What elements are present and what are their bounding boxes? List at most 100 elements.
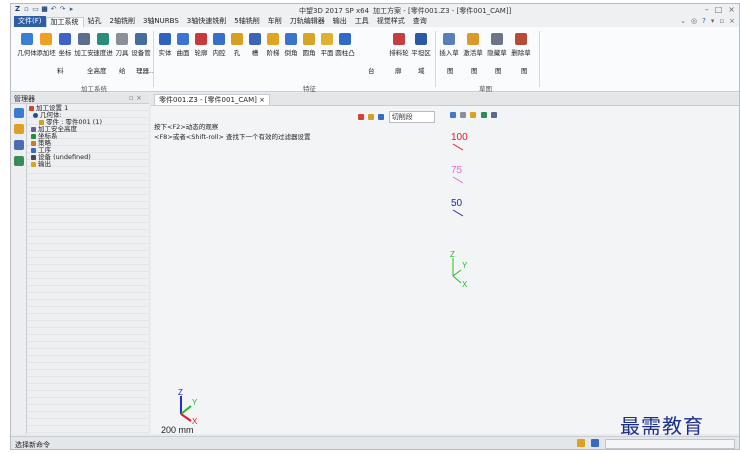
panel-pin-icon[interactable]: ▫ × — [129, 94, 142, 102]
coordinate-button[interactable]: 坐标 — [57, 33, 73, 57]
tool-button[interactable]: 刀具 — [114, 33, 130, 57]
flat-region-button[interactable]: 平坦区 — [411, 33, 431, 57]
insert-sketch-icon — [443, 33, 455, 45]
sample-mark-75 — [452, 176, 464, 184]
step-icon — [267, 33, 279, 45]
ribbon-sublabel: 给 — [119, 67, 126, 75]
redo-icon[interactable]: ↷ — [59, 6, 66, 13]
ribbon-sublabel: 台 — [368, 67, 375, 75]
chamfer-icon — [285, 33, 297, 45]
arrow-icon[interactable]: ⌄ — [680, 17, 686, 25]
triad-x-label: X — [462, 280, 468, 289]
sample-label-75: 75 — [451, 165, 463, 176]
operation-node-icon — [31, 148, 36, 153]
minimize-icon[interactable]: – — [705, 5, 709, 14]
plan-icon — [29, 106, 34, 111]
menu-item[interactable]: 输出 — [329, 16, 351, 27]
geometry-node-icon — [33, 113, 38, 118]
ribbon-sublabel: 图 — [495, 67, 502, 75]
activate-sketch-button[interactable]: 激活草 — [463, 33, 483, 57]
sample-label-100: 100 — [451, 132, 468, 143]
ribbon-group-label: 加工系统 — [81, 85, 107, 93]
open-file-icon[interactable]: ▭ — [32, 6, 39, 13]
delete-sketch-button[interactable]: 删除草 — [511, 33, 531, 57]
boss-feature-button[interactable]: 圆柱凸 — [335, 33, 355, 57]
triad-y-axis — [452, 269, 462, 277]
menu-item[interactable]: 查询 — [409, 16, 431, 27]
menu-item[interactable]: 2轴铣削 — [106, 16, 139, 27]
menu-item[interactable]: 钻孔 — [84, 16, 106, 27]
ribbon-sublabel: 图 — [521, 67, 528, 75]
view-tab-icon[interactable] — [13, 140, 24, 150]
hide-sketch-button[interactable]: 隐藏草 — [487, 33, 507, 57]
document-tab[interactable]: 零件001.Z3 - [零件001_CAM] × — [154, 94, 270, 105]
more-icon[interactable]: ▸ — [68, 6, 75, 13]
triad-y-label: Y — [462, 261, 468, 270]
status-message: 选择新命令 — [15, 441, 50, 449]
insert-sketch-button[interactable]: 插入草 — [439, 33, 459, 57]
ribbon-sublabel: 理器.. — [136, 67, 154, 75]
slot-icon — [249, 33, 261, 45]
document-tab-label: 零件001.Z3 - [零件001_CAM] — [159, 96, 257, 104]
menu-right-tools: ⌄ ◎ ? ▾ ▫ × — [680, 17, 735, 25]
close-icon[interactable]: × — [728, 5, 735, 14]
menu-item[interactable]: 3轴NURBS — [139, 16, 183, 27]
menu-item[interactable]: 工具 — [351, 16, 373, 27]
manager-title: 管理器 — [14, 95, 35, 103]
app-title: 中望3D 2017 SP x64 — [299, 7, 370, 15]
close-doc-icon[interactable]: × — [729, 17, 735, 25]
pin-icon[interactable]: ▾ — [711, 17, 715, 25]
triad-x-axis — [452, 275, 462, 284]
quick-access-toolbar: Z ▫ ▭ ■ ↶ ↷ ▸ — [14, 6, 75, 13]
corner-y-label: Y — [192, 398, 198, 407]
menu-item[interactable]: 5轴铣削 — [230, 16, 263, 27]
app-logo-icon[interactable]: Z — [14, 6, 21, 13]
save-icon[interactable]: ■ — [41, 6, 48, 13]
fillet-icon — [303, 33, 315, 45]
device-manager-button[interactable]: 设备管 — [131, 33, 151, 57]
undo-icon[interactable]: ↶ — [50, 6, 57, 13]
pocket-icon — [213, 33, 225, 45]
globe-icon[interactable]: ◎ — [691, 17, 697, 25]
window-controls: – □ × — [705, 5, 735, 14]
status-input[interactable] — [605, 439, 735, 449]
restore-icon[interactable]: ▫ — [719, 17, 724, 25]
safety-height-button[interactable]: 加工安 — [74, 33, 94, 57]
feed-speed-button[interactable]: 速度进 — [93, 33, 113, 57]
user-tab-icon[interactable] — [13, 156, 24, 166]
menu-item[interactable]: 3轴快速铣削 — [183, 16, 230, 27]
add-stock-button[interactable]: 添加坯 — [36, 33, 56, 57]
feed-icon — [97, 33, 109, 45]
document-title: 加工方案 - [零件001.Z3 - [零件001_CAM]] — [373, 7, 512, 15]
graphics-viewport[interactable]: 按下<F2>动态的观察 <F8>或者<Shift-roll> 查找下一个有效的过… — [151, 106, 739, 434]
app-window: Z ▫ ▭ ■ ↶ ↷ ▸ 中望3D 2017 SP x64 加工方案 - [零… — [10, 3, 740, 450]
ribbon-divider — [539, 31, 540, 87]
status-grid-icon[interactable] — [591, 439, 599, 447]
sample-label-50: 50 — [451, 198, 463, 209]
sample-mark-50 — [452, 209, 464, 217]
stock-contour-button[interactable]: 排料轮 — [389, 33, 409, 57]
close-tab-icon[interactable]: × — [259, 96, 265, 104]
ribbon-sublabel: 图 — [471, 67, 478, 75]
history-tab-icon[interactable] — [13, 108, 24, 118]
help-icon[interactable]: ? — [702, 17, 706, 25]
ribbon-divider — [435, 31, 436, 87]
layer-tab-icon[interactable] — [13, 124, 24, 134]
menu-item[interactable]: 刀轨编辑器 — [286, 16, 329, 27]
maximize-icon[interactable]: □ — [715, 5, 723, 14]
geometry-button[interactable]: 几何体 — [17, 33, 37, 57]
coord-node-icon — [31, 134, 36, 139]
file-menu[interactable]: 文件(F) — [14, 16, 46, 27]
menu-item[interactable]: 加工系统 — [45, 16, 84, 27]
menu-item[interactable]: 车削 — [264, 16, 286, 27]
manager-side-tabs — [11, 104, 27, 434]
new-file-icon[interactable]: ▫ — [23, 6, 30, 13]
stock-icon — [40, 33, 52, 45]
stock-contour-icon — [393, 33, 405, 45]
safety-node-icon — [31, 127, 36, 132]
ribbon-sublabel: 料 — [57, 67, 64, 75]
ribbon-group-label: 特征 — [303, 85, 316, 93]
status-icon[interactable] — [577, 439, 585, 447]
tree-item[interactable]: 输出 — [31, 161, 51, 168]
menu-item[interactable]: 视觉样式 — [373, 16, 409, 27]
